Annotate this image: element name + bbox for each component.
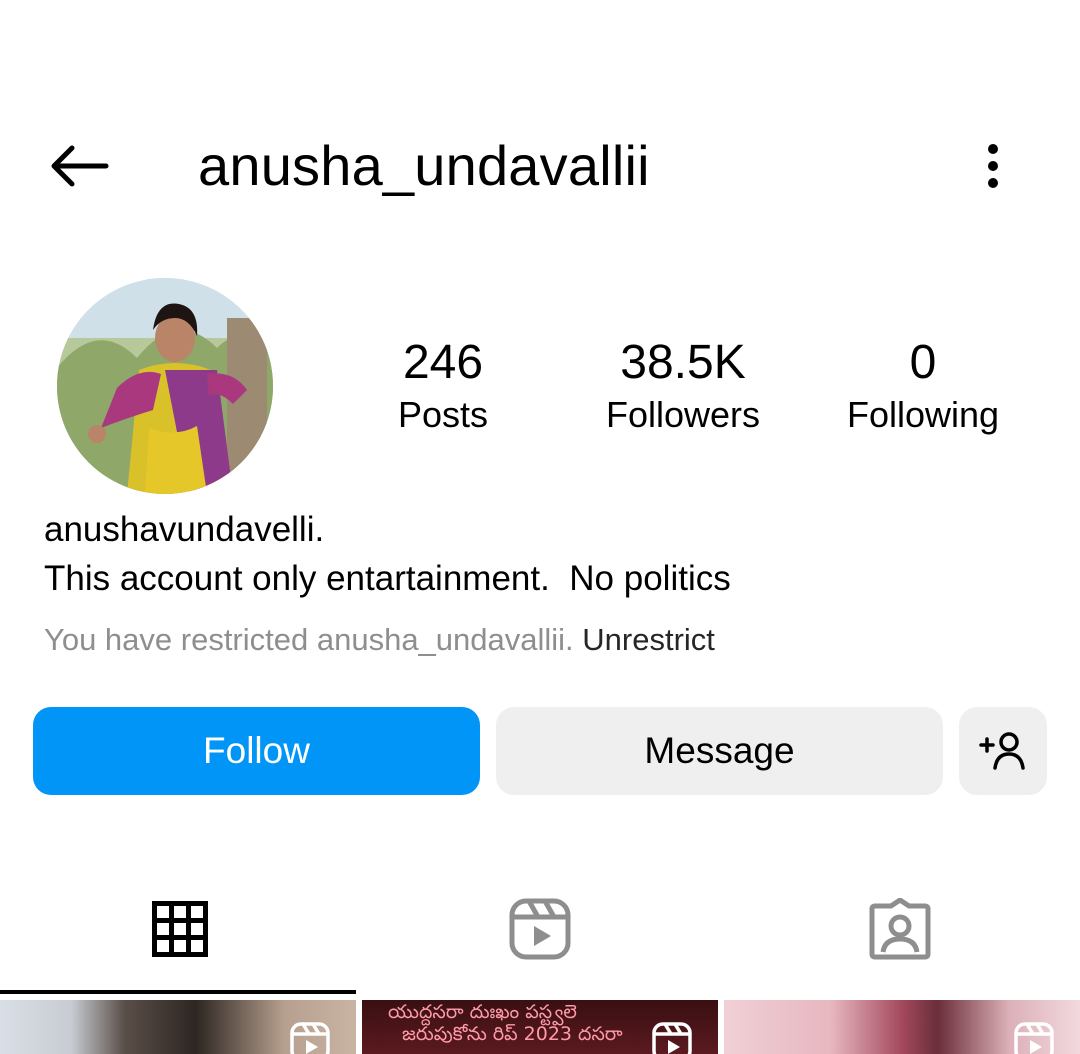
grid-post-thumbnail[interactable]	[0, 1000, 356, 1054]
posts-label: Posts	[397, 394, 489, 435]
tab-tagged[interactable]	[720, 893, 1080, 965]
tab-reels[interactable]	[360, 893, 720, 965]
back-button[interactable]	[40, 136, 116, 196]
reels-icon	[290, 1022, 330, 1054]
following-label: Following	[846, 394, 1000, 435]
bio-name: anushavundavelli.	[44, 510, 325, 549]
unrestrict-link[interactable]: Unrestrict	[582, 622, 715, 657]
restriction-text: You have restricted anusha_undavallii.	[44, 622, 583, 657]
reels-icon	[652, 1022, 692, 1054]
avatar[interactable]	[57, 278, 273, 494]
reels-icon	[509, 898, 571, 960]
posts-count: 246	[402, 336, 484, 389]
stat-following[interactable]: 0 Following	[813, 336, 1033, 436]
following-count: 0	[909, 336, 937, 389]
active-tab-indicator	[0, 990, 356, 994]
stat-followers[interactable]: 38.5K Followers	[573, 336, 793, 436]
reels-icon	[1014, 1022, 1054, 1054]
more-options-button[interactable]	[968, 136, 1018, 196]
grid-post-thumbnail[interactable]: యుద్దసరా దుఃఖం పస్ట్వలె జరుపుకోను రిప్ 2…	[362, 1000, 718, 1054]
restriction-notice: You have restricted anusha_undavallii. U…	[44, 620, 715, 660]
tab-posts-grid[interactable]	[0, 893, 360, 965]
bio-text: This account only entartainment. No poli…	[44, 559, 731, 598]
tagged-icon	[869, 898, 931, 960]
thumbnail-caption-line1: యుద్దసరా దుఃఖం పస్ట్వలె	[388, 1001, 577, 1023]
page-title: anusha_undavallii	[198, 134, 650, 197]
message-button[interactable]: Message	[496, 707, 943, 795]
followers-count: 38.5K	[620, 336, 746, 389]
arrow-left-icon	[51, 145, 109, 187]
grid-post-thumbnail[interactable]	[724, 1000, 1080, 1054]
stat-posts[interactable]: 246 Posts	[333, 336, 553, 436]
suggest-users-button[interactable]	[959, 707, 1047, 795]
vertical-ellipsis-icon	[988, 144, 998, 188]
thumbnail-caption-line2: జరుపుకోను రిప్ 2023 దసరా	[402, 1023, 623, 1045]
profile-avatar	[57, 278, 273, 494]
add-person-icon	[979, 732, 1025, 770]
grid-icon	[152, 901, 208, 957]
follow-button[interactable]: Follow	[33, 707, 480, 795]
followers-label: Followers	[605, 394, 761, 435]
